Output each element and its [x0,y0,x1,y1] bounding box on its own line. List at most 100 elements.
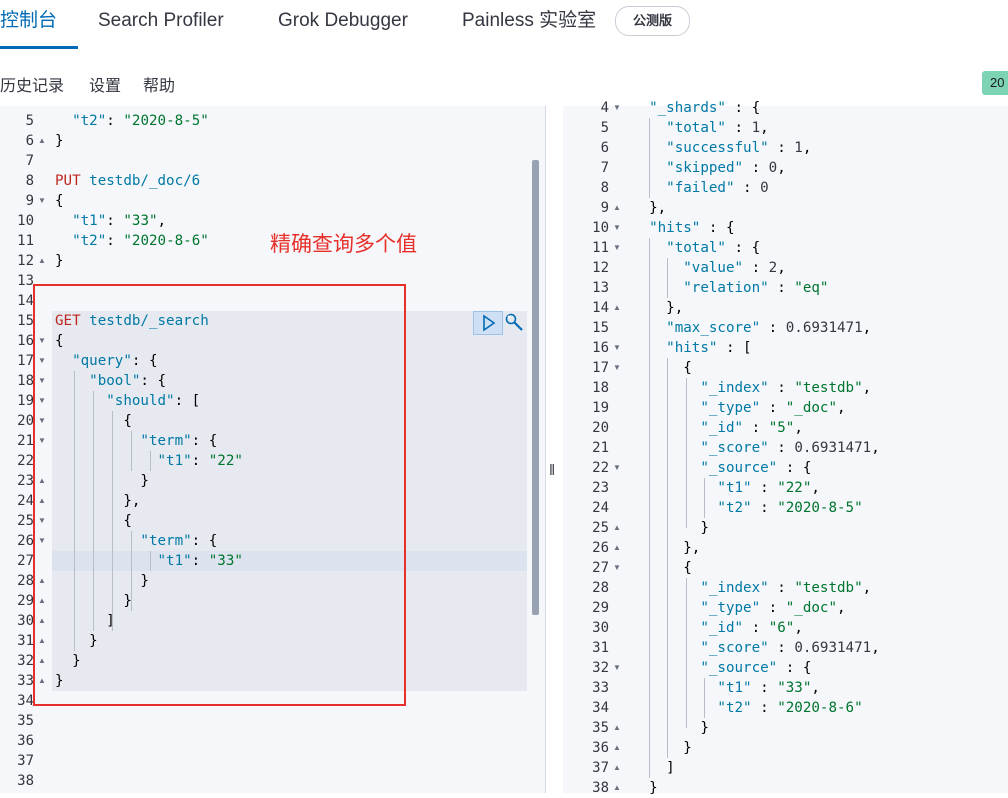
fold-open-icon[interactable]: ▼ [613,98,623,118]
fold-close-icon[interactable]: ▲ [613,298,623,318]
code-line: "failed" : 0 [666,180,769,196]
line-number: 23 [17,473,34,489]
line-number: 16 [592,340,609,356]
fold-open-icon[interactable]: ▼ [613,558,623,578]
line-number: 12 [17,253,34,269]
line-number: 26 [592,540,609,556]
code-line: "_index" : "testdb", [700,380,872,396]
code-line: "t2" : "2020-8-5" [717,500,863,516]
editor-scrollbar[interactable] [532,160,539,615]
code-line: "_type" : "_doc", [700,400,846,416]
line-number: 28 [592,580,609,596]
code-line[interactable]: } [55,131,64,151]
help-link[interactable]: 帮助 [143,72,175,96]
line-number: 17 [17,353,34,369]
line-number: 11 [17,233,34,249]
line-number: 5 [25,113,34,129]
code-line: "t1" : "33", [717,680,820,696]
fold-close-icon[interactable]: ▲ [613,738,623,758]
line-number: 36 [592,740,609,756]
line-number: 8 [25,173,34,189]
line-number: 8 [600,180,609,196]
tab-painless-lab[interactable]: Painless 实验室 [462,0,596,49]
fold-close-icon[interactable]: ▲ [613,538,623,558]
line-number: 34 [17,693,34,709]
status-badge: 20 [982,71,1008,95]
fold-open-icon[interactable]: ▼ [613,358,623,378]
fold-open-icon[interactable]: ▼ [613,238,623,258]
line-number: 37 [17,753,34,769]
fold-open-icon[interactable]: ▼ [613,338,623,358]
code-line: { [632,360,692,376]
code-line: "_source" : { [700,660,812,676]
line-number: 34 [592,700,609,716]
fold-close-icon[interactable]: ▲ [613,518,623,538]
settings-link[interactable]: 设置 [89,72,121,96]
line-number: 24 [17,493,34,509]
top-tab-bar: 控制台 Search Profiler Grok Debugger Painle… [0,0,1008,51]
code-line[interactable]: "t2": "2020-8-5" [55,111,209,131]
line-number: 17 [592,360,609,376]
code-line: "_source" : { [700,460,812,476]
code-line: }, [632,200,667,216]
fold-open-icon[interactable]: ▼ [613,218,623,238]
line-number: 7 [25,153,34,169]
resize-handle-icon[interactable]: ‖ [549,462,555,479]
line-number: 15 [17,313,34,329]
fold-close-icon[interactable]: ▲ [613,198,623,218]
fold-close-icon[interactable]: ▲ [613,758,623,778]
line-number: 32 [17,653,34,669]
code-line[interactable]: } [55,251,64,271]
code-line: ] [632,760,675,776]
code-line: "hits" : { [649,220,735,236]
line-number: 12 [592,260,609,276]
line-number: 18 [17,373,34,389]
code-line[interactable]: "t2": "2020-8-6" [55,231,209,251]
code-line: "relation" : "eq" [683,280,829,296]
code-line: "value" : 2, [683,260,786,276]
line-number: 30 [17,613,34,629]
line-number: 29 [17,593,34,609]
line-number: 19 [592,400,609,416]
line-number: 33 [592,680,609,696]
beta-badge: 公测版 [615,6,691,36]
code-line: { [632,560,692,576]
send-request-button[interactable] [473,311,503,335]
code-line: "hits" : [ [666,340,752,356]
request-options-button[interactable] [504,311,526,335]
fold-open-icon[interactable]: ▼ [613,458,623,478]
line-number: 33 [17,673,34,689]
line-number: 19 [17,393,34,409]
history-link[interactable]: 历史记录 [0,72,64,96]
line-number: 38 [17,773,34,789]
code-line: "_index" : "testdb", [700,580,872,596]
line-number: 7 [600,160,609,176]
code-line: } [632,780,658,796]
code-line: "_id" : "5", [700,420,803,436]
line-number: 13 [17,273,34,289]
tab-console[interactable]: 控制台 [0,0,57,49]
code-line[interactable]: { [55,191,64,211]
line-number: 16 [17,333,34,349]
line-number: 36 [17,733,34,749]
code-line[interactable]: "t1": "33", [55,211,166,231]
fold-close-icon[interactable]: ▲ [613,718,623,738]
fold-close-icon[interactable]: ▲ [38,251,48,271]
line-number: 23 [592,480,609,496]
line-number: 26 [17,533,34,549]
code-line: "_id" : "6", [700,620,803,636]
fold-open-icon[interactable]: ▼ [613,658,623,678]
code-line: "_score" : 0.6931471, [700,640,880,656]
fold-close-icon[interactable]: ▲ [38,131,48,151]
line-number: 10 [592,220,609,236]
tab-search-profiler[interactable]: Search Profiler [98,0,224,49]
code-line: "t1" : "22", [717,480,820,496]
code-line[interactable]: PUT testdb/_doc/6 [55,171,200,191]
line-number: 10 [17,213,34,229]
line-number: 18 [592,380,609,396]
fold-open-icon[interactable]: ▼ [38,191,48,211]
fold-close-icon[interactable]: ▲ [613,778,623,798]
line-number: 6 [25,133,34,149]
pane-divider[interactable] [545,106,565,793]
tab-grok-debugger[interactable]: Grok Debugger [278,0,408,49]
